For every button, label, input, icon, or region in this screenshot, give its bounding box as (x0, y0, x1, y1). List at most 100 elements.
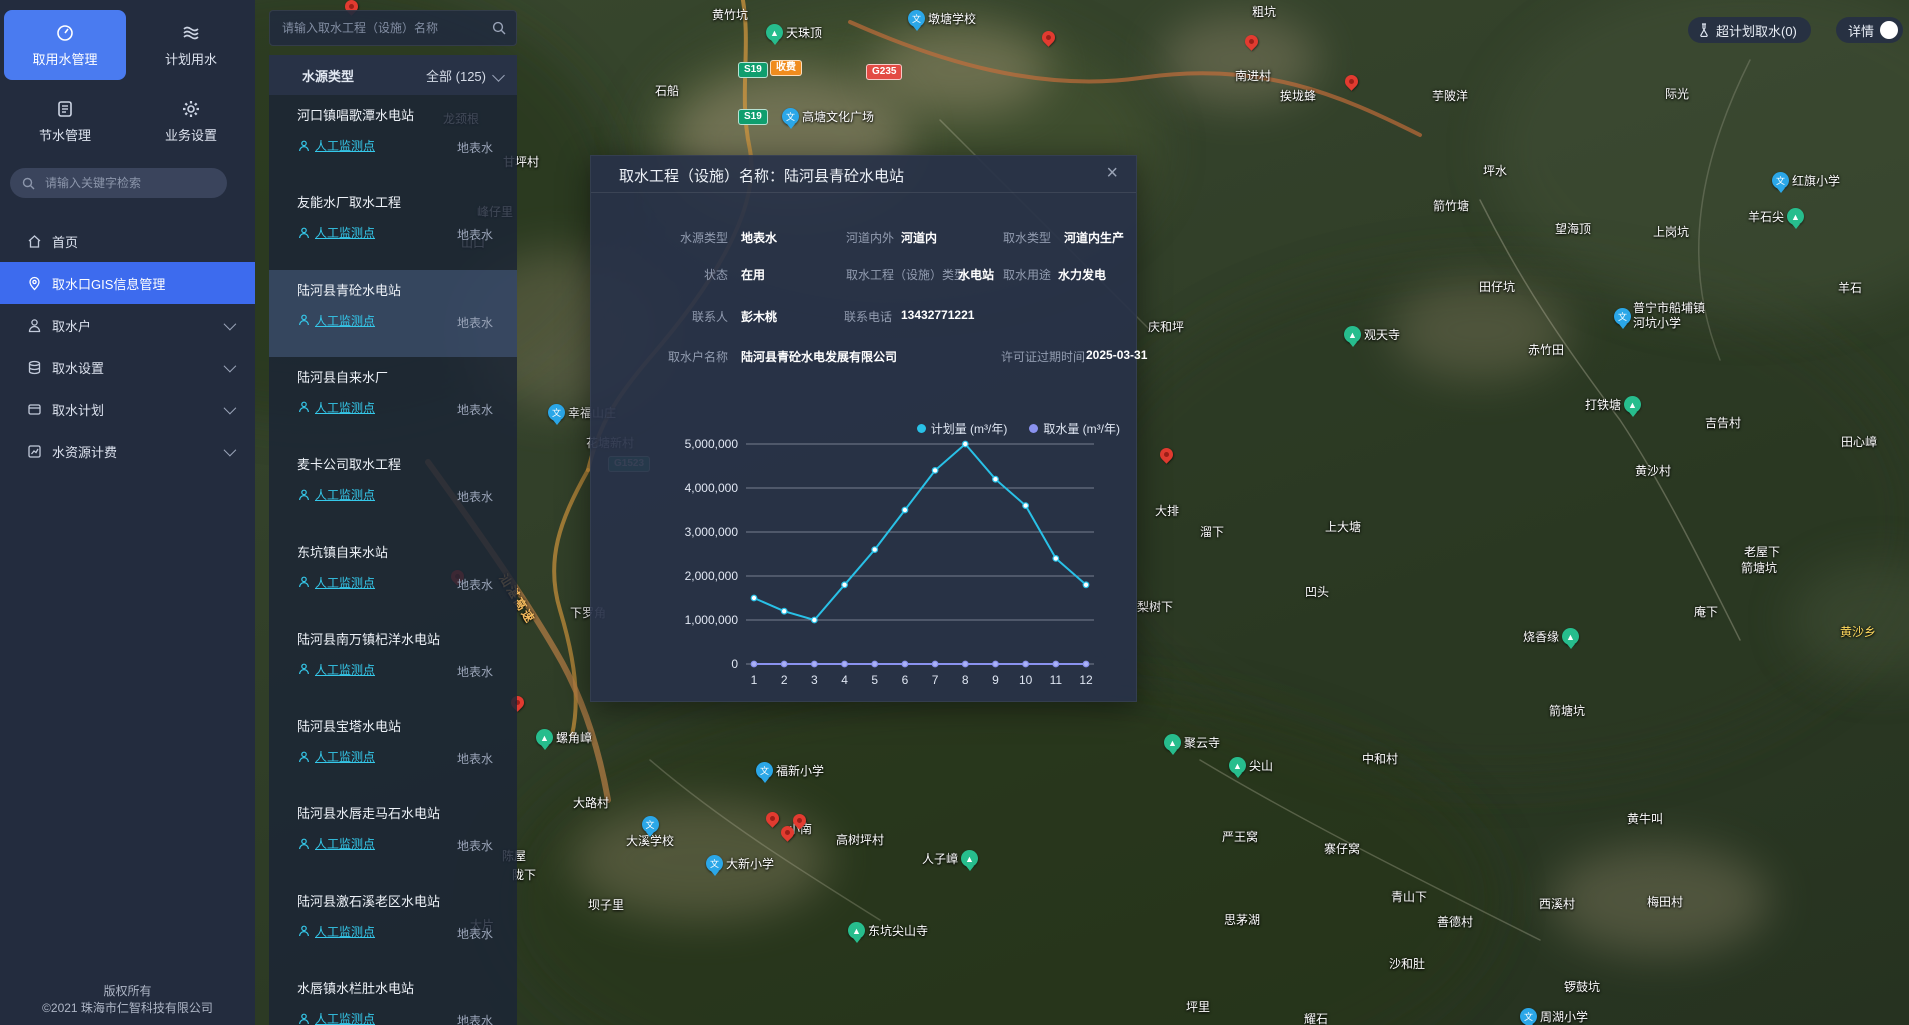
app-button-2[interactable]: 计划用水 (130, 10, 252, 80)
map-poi[interactable]: ▲螺角嶂 (536, 729, 592, 746)
school-pin-icon[interactable]: 文 (1520, 1008, 1537, 1025)
map-poi[interactable]: 文周湖小学 (1520, 1008, 1588, 1025)
monitor-link[interactable]: 人工监测点 (298, 923, 375, 940)
monitor-link[interactable]: 人工监测点 (298, 835, 375, 852)
station-name[interactable]: 麦卡公司取水工程 (297, 454, 401, 473)
school-pin-icon[interactable]: 文 (1772, 172, 1789, 189)
map-poi[interactable]: ▲尖山 (1229, 757, 1273, 774)
chevron-down-icon[interactable] (224, 317, 237, 330)
school-pin-icon[interactable]: 文 (756, 762, 773, 779)
list-item[interactable]: 陆河县宝塔水电站人工监测点地表水 (269, 706, 517, 793)
list-item[interactable]: 陆河县激石溪老区水电站人工监测点地表水 (269, 881, 517, 968)
monitor-label[interactable]: 人工监测点 (315, 748, 375, 765)
mountain-pin-icon[interactable]: ▲ (1624, 396, 1641, 413)
monitor-link[interactable]: 人工监测点 (298, 486, 375, 503)
monitor-link[interactable]: 人工监测点 (298, 748, 375, 765)
map-poi[interactable]: ▲东坑尖山寺 (848, 922, 928, 939)
station-name[interactable]: 陆河县南万镇杞洋水电站 (297, 629, 440, 648)
station-name[interactable]: 陆河县青砼水电站 (297, 280, 401, 299)
mountain-pin-icon[interactable]: ▲ (1562, 628, 1579, 645)
mountain-pin-icon[interactable]: ▲ (1787, 208, 1804, 225)
source-type-filter[interactable]: 水源类型 全部 (125) (269, 55, 517, 95)
map-poi[interactable]: 打铁塘▲ (1585, 396, 1641, 413)
school-pin-icon[interactable]: 文 (908, 10, 925, 27)
school-pin-icon[interactable]: 文 (1614, 308, 1631, 325)
sidebar-item-5[interactable]: 取水计划 (0, 388, 255, 430)
mountain-pin-icon[interactable]: ▲ (536, 729, 553, 746)
mountain-pin-icon[interactable]: ▲ (1164, 734, 1181, 751)
map-poi[interactable]: 文大溪学校 (626, 816, 674, 848)
monitor-link[interactable]: 人工监测点 (298, 661, 375, 678)
toggle-knob[interactable] (1880, 21, 1898, 39)
search-icon[interactable] (492, 21, 506, 35)
chevron-down-icon[interactable] (224, 401, 237, 414)
app-button-1[interactable]: 取用水管理 (4, 10, 126, 80)
station-name[interactable]: 陆河县宝塔水电站 (297, 716, 401, 735)
monitor-link[interactable]: 人工监测点 (298, 224, 375, 241)
sidebar-item-2[interactable]: 取水口GIS信息管理 (0, 262, 255, 304)
map-poi[interactable]: 文 (1614, 308, 1631, 325)
monitor-label[interactable]: 人工监测点 (315, 661, 375, 678)
station-name[interactable]: 陆河县自来水厂 (297, 367, 388, 386)
sidebar-item-4[interactable]: 取水设置 (0, 346, 255, 388)
map-poi[interactable]: 文福新小学 (756, 762, 824, 779)
mountain-pin-icon[interactable]: ▲ (1229, 757, 1246, 774)
monitor-label[interactable]: 人工监测点 (315, 137, 375, 154)
detail-toggle[interactable]: 详情 (1836, 17, 1903, 43)
mountain-pin-icon[interactable]: ▲ (766, 24, 783, 41)
close-icon[interactable]: × (1106, 162, 1118, 184)
app-button-4[interactable]: 业务设置 (130, 86, 252, 156)
school-pin-icon[interactable]: 文 (706, 855, 723, 872)
chevron-down-icon[interactable] (492, 69, 505, 82)
station-name[interactable]: 友能水厂取水工程 (297, 192, 401, 211)
map-poi[interactable]: 文墩塘学校 (908, 10, 976, 27)
mountain-pin-icon[interactable]: ▲ (848, 922, 865, 939)
list-item[interactable]: 陆河县水唇走马石水电站人工监测点地表水 (269, 793, 517, 880)
monitor-label[interactable]: 人工监测点 (315, 486, 375, 503)
station-search-input[interactable] (280, 20, 492, 36)
map-poi[interactable]: 羊石尖▲ (1748, 208, 1804, 225)
sidebar-item-3[interactable]: 取水户 (0, 304, 255, 346)
map-poi[interactable]: 文高塘文化广场 (782, 108, 874, 125)
map-poi[interactable]: 烧香缘▲ (1523, 628, 1579, 645)
map-poi[interactable]: 人子嶂▲ (922, 850, 978, 867)
mountain-pin-icon[interactable]: ▲ (961, 850, 978, 867)
school-pin-icon[interactable]: 文 (548, 404, 565, 421)
station-name[interactable]: 水唇镇水栏肚水电站 (297, 978, 414, 997)
list-item[interactable]: 友能水厂取水工程人工监测点地表水 (269, 182, 517, 269)
list-item[interactable]: 陆河县自来水厂人工监测点地表水 (269, 357, 517, 444)
monitor-label[interactable]: 人工监测点 (315, 312, 375, 329)
over-plan-button[interactable]: 超计划取水(0) (1688, 17, 1811, 43)
chevron-down-icon[interactable] (224, 443, 237, 456)
list-item[interactable]: 河口镇唱歌潭水电站人工监测点地表水 (269, 95, 517, 182)
list-item[interactable]: 水唇镇水栏肚水电站人工监测点地表水 (269, 968, 517, 1025)
filter-value[interactable]: 全部 (125) (426, 66, 486, 85)
monitor-label[interactable]: 人工监测点 (315, 224, 375, 241)
station-name[interactable]: 河口镇唱歌潭水电站 (297, 105, 414, 124)
mountain-pin-icon[interactable]: ▲ (1344, 326, 1361, 343)
station-name[interactable]: 东坑镇自来水站 (297, 542, 388, 561)
list-item[interactable]: 陆河县青砼水电站人工监测点地表水 (269, 270, 517, 357)
monitor-link[interactable]: 人工监测点 (298, 312, 375, 329)
list-item[interactable]: 麦卡公司取水工程人工监测点地表水 (269, 444, 517, 531)
monitor-link[interactable]: 人工监测点 (298, 574, 375, 591)
app-button-3[interactable]: 节水管理 (4, 86, 126, 156)
list-item[interactable]: 陆河县南万镇杞洋水电站人工监测点地表水 (269, 619, 517, 706)
monitor-label[interactable]: 人工监测点 (315, 399, 375, 416)
station-name[interactable]: 陆河县水唇走马石水电站 (297, 803, 440, 822)
map-poi[interactable]: 文红旗小学 (1772, 172, 1840, 189)
list-item[interactable]: 东坑镇自来水站人工监测点地表水 (269, 532, 517, 619)
map-poi[interactable]: 文大新小学 (706, 855, 774, 872)
sidebar-search[interactable] (10, 168, 227, 198)
station-search[interactable] (269, 10, 517, 46)
station-name[interactable]: 陆河县激石溪老区水电站 (297, 891, 440, 910)
sidebar-item-1[interactable]: 首页 (0, 220, 255, 262)
map-poi[interactable]: ▲聚云寺 (1164, 734, 1220, 751)
monitor-label[interactable]: 人工监测点 (315, 1010, 375, 1025)
sidebar-item-6[interactable]: 水资源计费 (0, 430, 255, 472)
school-pin-icon[interactable]: 文 (782, 108, 799, 125)
monitor-label[interactable]: 人工监测点 (315, 835, 375, 852)
monitor-link[interactable]: 人工监测点 (298, 1010, 375, 1025)
sidebar-search-input[interactable] (43, 175, 207, 191)
school-pin-icon[interactable]: 文 (642, 816, 659, 833)
